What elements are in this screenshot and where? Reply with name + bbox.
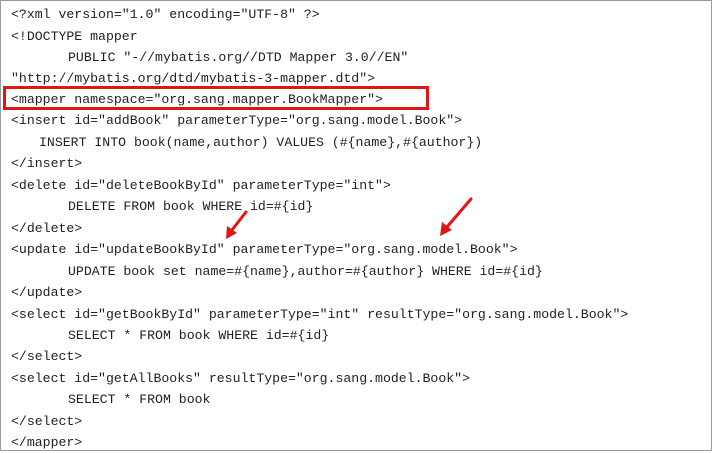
annotation-arrows — [226, 197, 473, 239]
arrow-to-update-id-icon — [226, 210, 248, 239]
arrow-to-parameter-type-icon — [440, 197, 473, 236]
